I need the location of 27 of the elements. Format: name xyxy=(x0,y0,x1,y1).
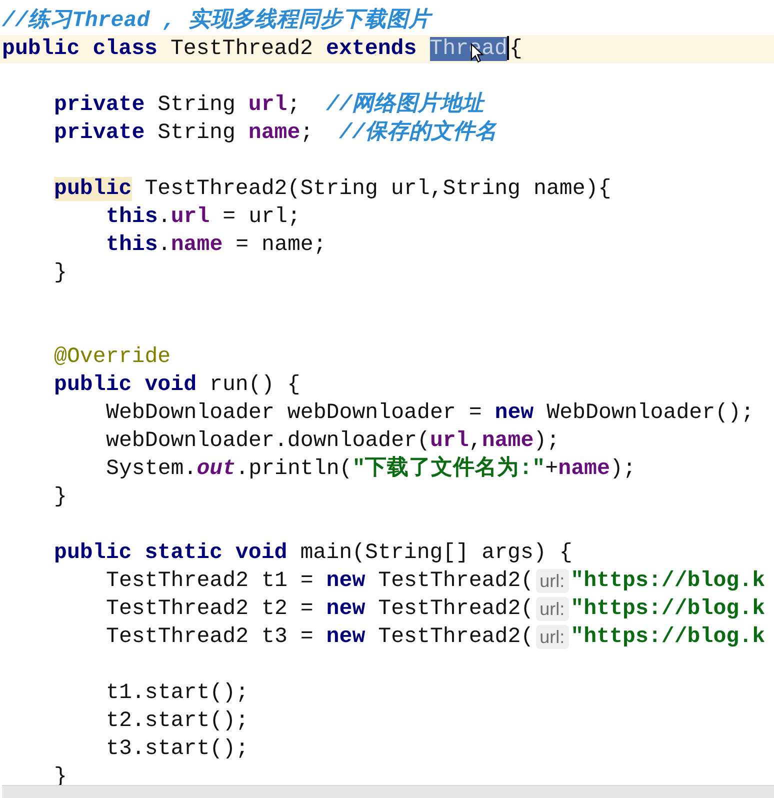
code-line: this.url = url; xyxy=(106,204,300,231)
parameter-hint: url: xyxy=(536,625,569,649)
code-line: TestThread2 t3 = new TestThread2( xyxy=(106,624,534,651)
code-line: this.name = name; xyxy=(106,232,326,259)
code-line: t3.start(); xyxy=(106,736,249,763)
code-line: t2.start(); xyxy=(106,708,249,735)
parameter-hint: url: xyxy=(536,597,569,621)
code-line: private String url; //网络图片地址 xyxy=(54,91,484,119)
code-line: webDownloader.downloader(url,name); xyxy=(106,428,560,455)
code-line: public void run() { xyxy=(54,372,300,399)
horizontal-scrollbar[interactable] xyxy=(2,785,774,798)
code-line: System.out.println("下载了文件名为:"+name); xyxy=(106,455,636,483)
parameter-hint: url: xyxy=(536,569,569,593)
code-line: public TestThread2(String url,String name){ xyxy=(54,176,612,203)
code-line: t1.start(); xyxy=(106,680,249,707)
code-line: public static void main(String[] args) { xyxy=(54,540,572,567)
code-line: TestThread2 t1 = new TestThread2( xyxy=(106,568,534,595)
code-line: @Override xyxy=(54,344,171,371)
code-line: WebDownloader webDownloader = new WebDownloader(); xyxy=(106,400,754,427)
code-line: "https://blog.k xyxy=(570,596,766,623)
code-line: TestThread2 t2 = new TestThread2( xyxy=(106,596,534,623)
code-line: } xyxy=(54,484,67,511)
code-line: "https://blog.k xyxy=(570,624,766,651)
code-line: } xyxy=(54,260,67,287)
code-line: private String name; //保存的文件名 xyxy=(54,119,498,147)
code-line: "https://blog.k xyxy=(570,568,766,595)
code-line: //练习Thread , 实现多线程同步下载图片 xyxy=(2,7,431,35)
